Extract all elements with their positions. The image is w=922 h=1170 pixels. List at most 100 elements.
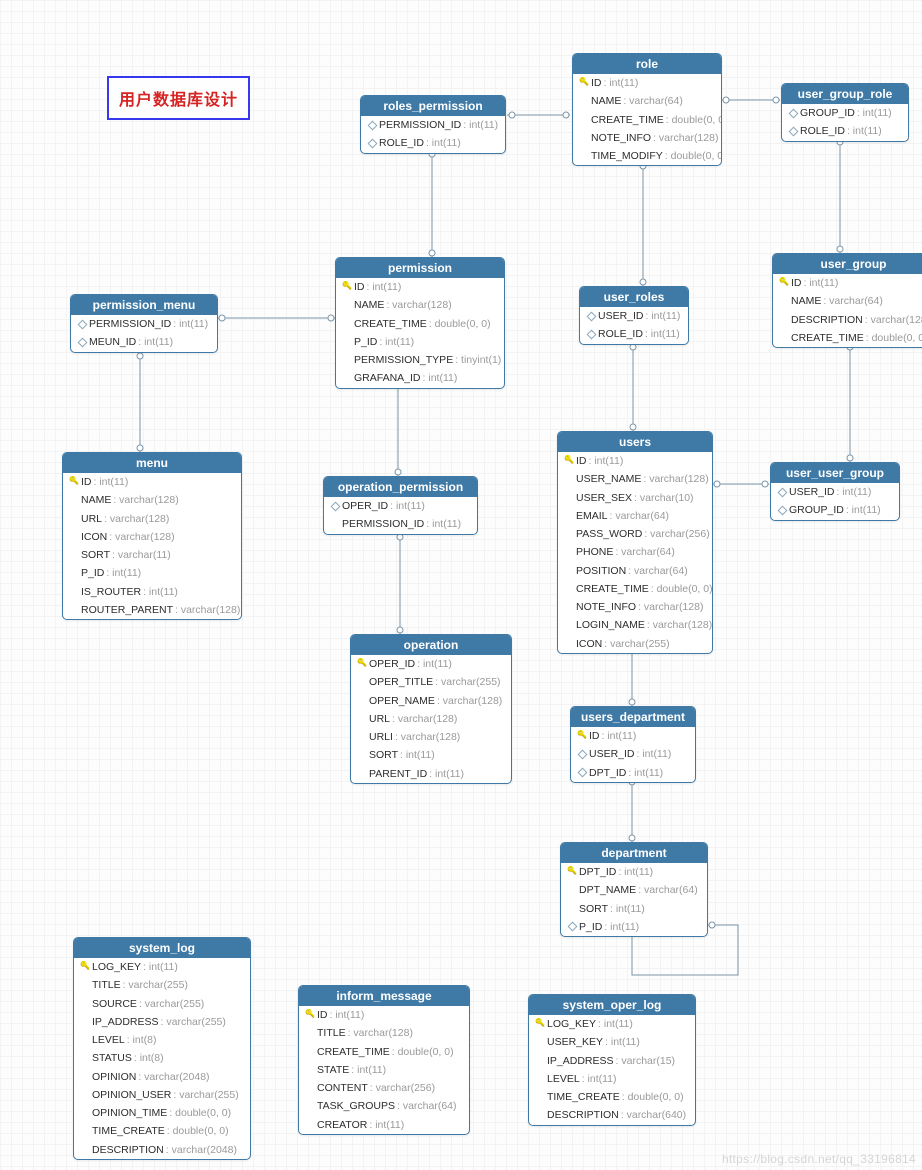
- column-name: PERMISSION_ID: [379, 117, 461, 133]
- column-row: MEUN_ID: int(11): [71, 333, 217, 351]
- column-name: DESCRIPTION: [791, 312, 863, 328]
- column-row: OPINION: varchar(2048): [74, 1068, 250, 1086]
- column-row: CREATE_TIME: double(0, 0): [573, 111, 721, 129]
- column-type: : double(0, 0): [665, 148, 722, 164]
- entity-header: permission: [336, 258, 504, 278]
- column-name: ROLE_ID: [598, 326, 643, 342]
- column-name: NAME: [591, 93, 621, 109]
- entity-roles_permission[interactable]: roles_permissionPERMISSION_ID: int(11)RO…: [360, 95, 506, 154]
- column-row: TITLE: varchar(128): [299, 1024, 469, 1042]
- column-row: SOURCE: varchar(255): [74, 995, 250, 1013]
- column-row: NAME: varchar(128): [336, 296, 504, 314]
- column-row: ICON: varchar(255): [558, 635, 712, 653]
- column-row: ROUTER_PARENT: varchar(128): [63, 601, 241, 619]
- column-row: CONTENT: varchar(256): [299, 1079, 469, 1097]
- column-type: : varchar(64): [615, 544, 675, 560]
- column-type: : varchar(128): [647, 617, 712, 633]
- watermark-text: https://blog.csdn.net/qq_33196814: [722, 1152, 916, 1166]
- column-row: USER_SEX: varchar(10): [558, 489, 712, 507]
- entity-header: system_log: [74, 938, 250, 958]
- primary-key-icon: [777, 279, 791, 287]
- entity-users_department[interactable]: users_departmentID: int(11)USER_ID: int(…: [570, 706, 696, 783]
- entity-system_log[interactable]: system_logLOG_KEY: int(11)TITLE: varchar…: [73, 937, 251, 1160]
- column-name: P_ID: [579, 919, 602, 935]
- column-name: CONTENT: [317, 1080, 368, 1096]
- column-row: LOGIN_NAME: varchar(128): [558, 616, 712, 634]
- column-row: PASS_WORD: varchar(256): [558, 525, 712, 543]
- column-name: STATE: [317, 1062, 349, 1078]
- column-name: PASS_WORD: [576, 526, 642, 542]
- entity-operation_permission[interactable]: operation_permissionOPER_ID: int(11)PERM…: [323, 476, 478, 535]
- column-name: PERMISSION_ID: [342, 516, 424, 532]
- primary-key-icon: [533, 1020, 547, 1028]
- column-type: : int(11): [837, 484, 872, 500]
- entity-department[interactable]: departmentDPT_ID: int(11)DPT_NAME: varch…: [560, 842, 708, 937]
- column-name: P_ID: [354, 334, 377, 350]
- column-row: CREATE_TIME: double(0, 0): [336, 315, 504, 333]
- column-type: : int(11): [628, 765, 663, 781]
- foreign-key-icon: [584, 313, 598, 320]
- column-type: : int(11): [426, 516, 461, 532]
- column-name: USER_ID: [789, 484, 835, 500]
- column-type: : int(11): [857, 105, 892, 121]
- column-row: ID: int(11): [558, 452, 712, 470]
- entity-system_oper_log[interactable]: system_oper_logLOG_KEY: int(11)USER_KEY:…: [528, 994, 696, 1126]
- column-row: POSITION: varchar(64): [558, 562, 712, 580]
- column-name: URLI: [369, 729, 393, 745]
- column-type: : int(11): [143, 959, 178, 975]
- entity-header: role: [573, 54, 721, 74]
- column-row: GROUP_ID: int(11): [782, 104, 908, 122]
- entity-menu[interactable]: menuID: int(11)NAME: varchar(128)URL: va…: [62, 452, 242, 620]
- column-type: : double(0, 0): [429, 316, 491, 332]
- column-name: P_ID: [81, 565, 104, 581]
- column-type: : int(11): [645, 326, 680, 342]
- column-name: NAME: [81, 492, 111, 508]
- entity-user_roles[interactable]: user_rolesUSER_ID: int(11)ROLE_ID: int(1…: [579, 286, 689, 345]
- column-type: : int(11): [589, 453, 624, 469]
- column-type: : varchar(255): [139, 996, 204, 1012]
- column-row: GROUP_ID: int(11): [771, 501, 899, 519]
- entity-permission[interactable]: permissionID: int(11)NAME: varchar(128)C…: [335, 257, 505, 389]
- column-row: ROLE_ID: int(11): [361, 134, 505, 152]
- column-type: : int(11): [330, 1007, 365, 1023]
- column-name: PERMISSION_TYPE: [354, 352, 453, 368]
- column-row: USER_KEY: int(11): [529, 1033, 695, 1051]
- column-type: : double(0, 0): [392, 1044, 454, 1060]
- entity-user_user_group[interactable]: user_user_groupUSER_ID: int(11)GROUP_ID:…: [770, 462, 900, 521]
- column-name: URL: [81, 511, 102, 527]
- column-row: OPER_NAME: varchar(128): [351, 692, 511, 710]
- column-row: P_ID: int(11): [336, 333, 504, 351]
- column-type: : int(11): [610, 901, 645, 917]
- entity-users[interactable]: usersID: int(11)USER_NAME: varchar(128)U…: [557, 431, 713, 654]
- column-name: LEVEL: [92, 1032, 125, 1048]
- column-row: TIME_CREATE: double(0, 0): [74, 1122, 250, 1140]
- entity-operation[interactable]: operationOPER_ID: int(11)OPER_TITLE: var…: [350, 634, 512, 784]
- column-type: : double(0, 0): [866, 330, 922, 346]
- column-name: POSITION: [576, 563, 626, 579]
- column-row: PHONE: varchar(64): [558, 543, 712, 561]
- entity-role[interactable]: roleID: int(11)NAME: varchar(64)CREATE_T…: [572, 53, 722, 166]
- entity-user_group_role[interactable]: user_group_roleGROUP_ID: int(11)ROLE_ID:…: [781, 83, 909, 142]
- entity-header: inform_message: [299, 986, 469, 1006]
- column-type: : int(11): [417, 656, 452, 672]
- column-type: : varchar(64): [397, 1098, 457, 1114]
- column-type: : varchar(64): [628, 563, 688, 579]
- column-type: : double(0, 0): [666, 112, 722, 128]
- column-name: GROUP_ID: [800, 105, 855, 121]
- column-type: : int(11): [646, 308, 681, 324]
- column-row: NAME: varchar(128): [63, 491, 241, 509]
- entity-permission_menu[interactable]: permission_menuPERMISSION_ID: int(11)MEU…: [70, 294, 218, 353]
- column-row: PERMISSION_ID: int(11): [324, 515, 477, 533]
- column-row: PERMISSION_ID: int(11): [361, 116, 505, 134]
- column-row: LEVEL: int(11): [529, 1070, 695, 1088]
- column-type: : int(8): [127, 1032, 157, 1048]
- primary-key-icon: [575, 732, 589, 740]
- entity-inform_message[interactable]: inform_messageID: int(11)TITLE: varchar(…: [298, 985, 470, 1135]
- column-row: EMAIL: varchar(64): [558, 507, 712, 525]
- column-name: ID: [576, 453, 587, 469]
- column-name: TITLE: [92, 977, 121, 993]
- column-row: URLI: varchar(128): [351, 728, 511, 746]
- column-type: : int(11): [582, 1071, 617, 1087]
- entity-user_group[interactable]: user_groupID: int(11)NAME: varchar(64)DE…: [772, 253, 922, 348]
- column-row: TIME_MODIFY: double(0, 0): [573, 147, 721, 165]
